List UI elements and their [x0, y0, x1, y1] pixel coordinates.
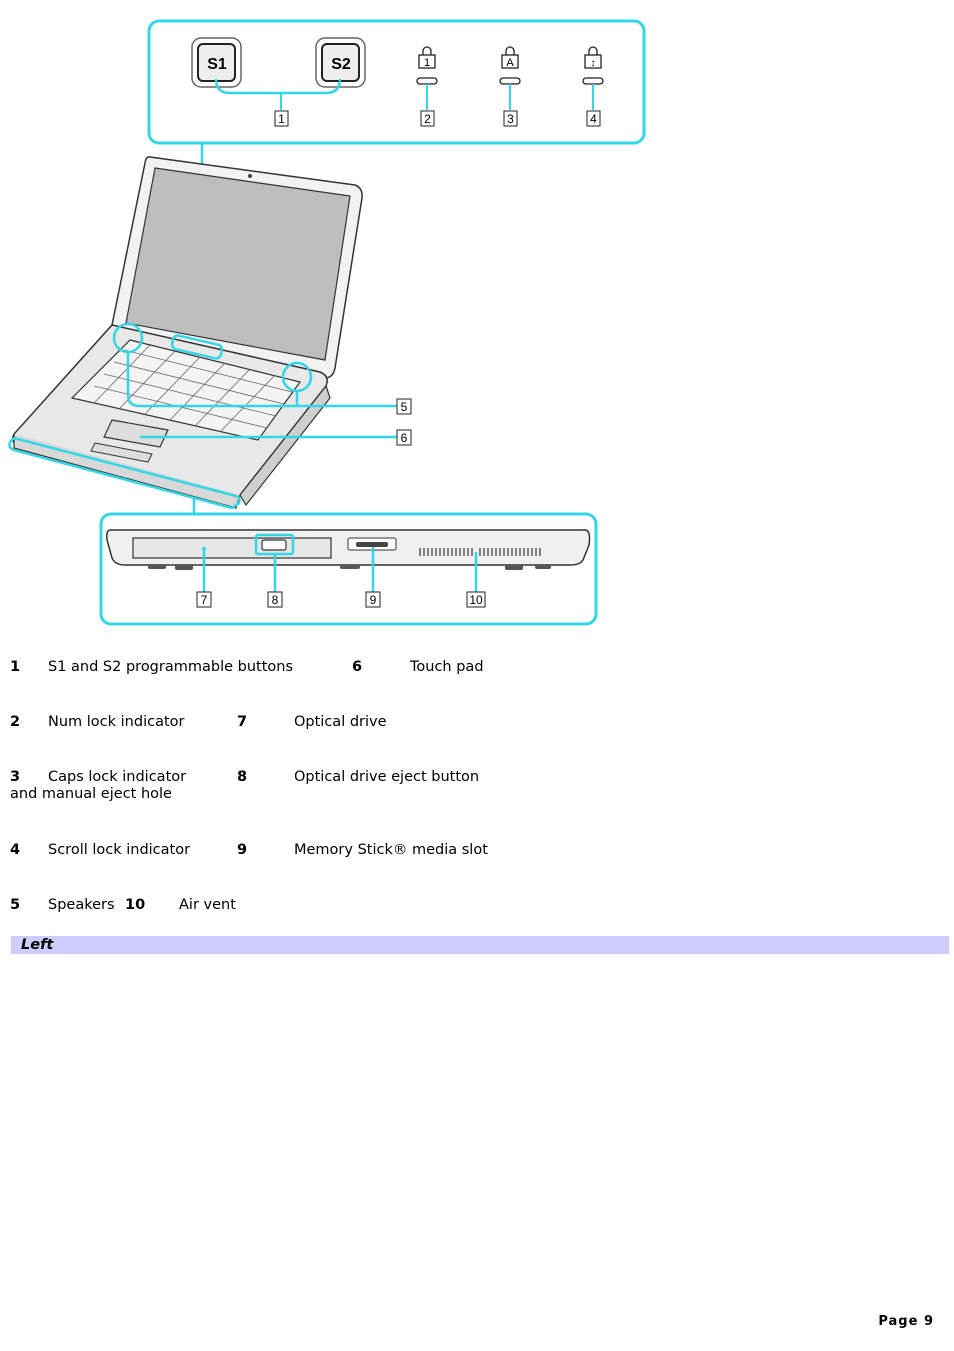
page-number: Page 9	[878, 1314, 934, 1329]
legend-label: Scroll lock indicator	[48, 842, 191, 858]
legend-number: 5	[10, 897, 21, 913]
legend-label: Touch pad	[410, 659, 484, 675]
legend-number: 2	[10, 714, 21, 730]
callout-9: 9	[365, 591, 381, 608]
laptop-illustration: 5 6	[8, 156, 412, 515]
legend-label: Num lock indicator	[48, 714, 185, 730]
optical-drive-tray	[132, 537, 332, 559]
scroll-lock-indicator-icon: ↕	[582, 46, 604, 110]
legend-number: 7	[237, 714, 248, 730]
svg-text:1: 1	[424, 57, 430, 69]
legend-number: 10	[125, 897, 146, 913]
legend-number: 6	[352, 659, 363, 675]
legend-number: 3	[10, 769, 21, 785]
legend-label: Optical drive eject button	[294, 769, 480, 785]
callout-6: 6	[396, 429, 412, 446]
svg-text:8: 8	[272, 593, 279, 607]
callout-5: 5	[396, 398, 412, 415]
svg-text:5: 5	[401, 400, 408, 414]
legend-label: Optical drive	[294, 714, 387, 730]
svg-text:10: 10	[469, 593, 483, 607]
callout-4: 4	[586, 110, 601, 127]
legend-label: Memory Stick® media slot	[294, 842, 488, 858]
s1-key-label: S1	[207, 56, 227, 73]
legend-row-2: 2 Num lock indicator 7 Optical drive	[10, 714, 387, 731]
section-header-left: Left	[11, 936, 949, 954]
svg-text:2: 2	[424, 112, 431, 126]
legend-number: 1	[10, 659, 21, 675]
legend-number: 4	[10, 842, 21, 858]
legend-label: Caps lock indicator	[48, 769, 187, 785]
callout-10: 10	[466, 591, 486, 608]
svg-text:3: 3	[507, 112, 514, 126]
svg-text:6: 6	[401, 431, 408, 445]
laptop-front-diagram: S1 S2 1 A ↕ 1 2 3 4 5 6 7 8 9 10	[8, 19, 646, 626]
legend-row-3: 3 Caps lock indicator 8 Optical drive ej…	[10, 769, 479, 802]
svg-text:↕: ↕	[591, 58, 596, 69]
legend-label: Air vent	[179, 897, 236, 913]
legend-row-1: 1 S1 and S2 programmable buttons 6 Touch…	[10, 659, 484, 676]
svg-text:1: 1	[278, 112, 285, 126]
front-edge-callout: 7 8 9 10	[99, 512, 598, 626]
eject-button-icon	[261, 539, 287, 551]
svg-text:A: A	[506, 57, 514, 69]
callout-8: 8	[267, 591, 283, 608]
legend-number: 9	[237, 842, 248, 858]
legend-label-continuation: and manual eject hole	[10, 786, 172, 802]
caps-lock-indicator-icon: A	[499, 46, 521, 110]
callout-2: 2	[420, 110, 435, 127]
callout-7: 7	[196, 591, 212, 608]
legend-number: 8	[237, 769, 248, 785]
legend-row-5: 5 Speakers 10 Air vent	[10, 897, 236, 914]
svg-text:9: 9	[370, 593, 377, 607]
svg-text:7: 7	[201, 593, 208, 607]
section-title: Left	[21, 937, 54, 953]
legend-label: Speakers	[48, 897, 115, 913]
s2-key-label: S2	[331, 56, 351, 73]
callout-3: 3	[503, 110, 518, 127]
callout-1: 1	[274, 110, 289, 127]
legend-row-4: 4 Scroll lock indicator 9 Memory Stick® …	[10, 842, 488, 859]
num-lock-indicator-icon: 1	[416, 46, 438, 110]
svg-text:4: 4	[590, 112, 597, 126]
legend-label: S1 and S2 programmable buttons	[48, 659, 294, 675]
